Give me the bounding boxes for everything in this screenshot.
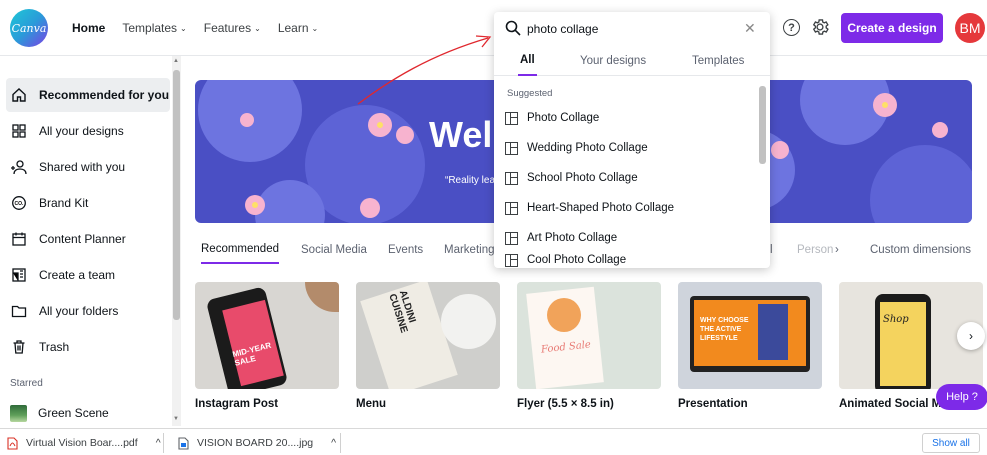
svg-text:CO.: CO. — [15, 201, 25, 207]
suggested-heading: Suggested — [507, 88, 553, 99]
sidebar-item-green-scene[interactable]: Green Scene — [6, 396, 170, 430]
downloads-bar: Virtual Vision Boar....pdf ^ VISION BOAR… — [0, 428, 987, 455]
carousel-next-button[interactable]: › — [957, 322, 985, 350]
sidebar-item-create-team[interactable]: Create a team — [6, 258, 170, 292]
search-input[interactable] — [527, 18, 737, 40]
trash-icon — [10, 338, 28, 356]
grid-icon — [10, 122, 28, 140]
download-item[interactable]: Virtual Vision Boar....pdf ^ — [7, 434, 161, 452]
search-tabs: All Your designs Templates — [494, 46, 770, 76]
sidebar-item-shared[interactable]: Shared with you — [6, 150, 170, 184]
close-icon[interactable]: ✕ — [744, 20, 756, 37]
search-suggestion[interactable]: Wedding Photo Collage — [505, 136, 648, 160]
tab-personal[interactable]: Person — [797, 236, 833, 264]
nav-templates[interactable]: Templates ⌄ — [122, 21, 186, 35]
main-nav: Home Templates ⌄ Features ⌄ Learn ⌄ — [72, 0, 318, 56]
search-tab-all[interactable]: All — [518, 46, 537, 76]
card-label: Menu — [356, 398, 387, 410]
chevron-down-icon: ⌄ — [311, 23, 319, 33]
search-suggestion[interactable]: Cool Photo Collage — [505, 254, 626, 268]
banner-subtitle: “Reality lea — [445, 175, 496, 186]
shared-people-icon — [10, 158, 28, 176]
search-tab-templates[interactable]: Templates — [692, 46, 744, 76]
tab-recommended[interactable]: Recommended — [201, 236, 279, 264]
scroll-down-icon[interactable]: ▼ — [173, 416, 179, 422]
nav-home[interactable]: Home — [72, 21, 105, 35]
scrollbar-thumb[interactable] — [173, 70, 180, 320]
gear-icon[interactable] — [810, 17, 830, 37]
nav-features[interactable]: Features ⌄ — [204, 21, 261, 35]
template-icon — [505, 201, 518, 215]
template-icon — [505, 231, 518, 245]
create-design-button[interactable]: Create a design — [841, 13, 943, 43]
sidebar-item-brand-kit[interactable]: CO. Brand Kit — [6, 186, 170, 220]
sidebar-scrollbar[interactable]: ▲ ▼ — [172, 56, 181, 426]
chevron-down-icon: ⌄ — [254, 23, 261, 33]
card-thumbnail: MID-YEAR SALE — [195, 282, 339, 389]
design-thumbnail — [10, 404, 27, 422]
sidebar-item-content-planner[interactable]: Content Planner — [6, 222, 170, 256]
template-icon — [505, 254, 518, 267]
scroll-up-icon[interactable]: ▲ — [173, 58, 179, 64]
sidebar-item-trash[interactable]: Trash — [6, 330, 170, 364]
tab-marketing[interactable]: Marketing — [444, 236, 495, 264]
search-suggestion[interactable]: Art Photo Collage — [505, 226, 617, 250]
search-suggestion[interactable]: Heart-Shaped Photo Collage — [505, 196, 674, 220]
brand-kit-icon: CO. — [10, 194, 28, 212]
tab-custom-dimensions[interactable]: Custom dimensions — [870, 236, 971, 264]
card-thumbnail: Food Sale — [517, 282, 661, 389]
download-item[interactable]: VISION BOARD 20....jpg ^ — [178, 434, 336, 452]
image-file-icon — [178, 436, 189, 450]
avatar[interactable]: BM — [955, 13, 985, 43]
chevron-up-icon[interactable]: ^ — [156, 437, 161, 449]
help-button[interactable]: Help ? — [936, 384, 987, 410]
chevron-down-icon: ⌄ — [180, 23, 187, 33]
sidebar-item-recommended[interactable]: Recommended for you — [6, 78, 170, 112]
card-label: Flyer (5.5 × 8.5 in) — [517, 398, 614, 410]
show-all-button[interactable]: Show all — [922, 433, 980, 453]
folder-icon — [10, 302, 28, 320]
sidebar-item-folders[interactable]: All your folders — [6, 294, 170, 328]
tab-social-media[interactable]: Social Media — [301, 236, 367, 264]
chevron-up-icon[interactable]: ^ — [331, 437, 336, 449]
card-thumbnail: ALDINI CUISINE — [356, 282, 500, 389]
banner-title: Wel — [429, 114, 493, 155]
card-thumbnail: WHY CHOOSE THE ACTIVE LIFESTYLE — [678, 282, 822, 389]
divider — [340, 433, 341, 453]
starred-heading: Starred — [10, 378, 43, 389]
suggestions-scrollbar[interactable] — [758, 76, 767, 266]
search-suggestion[interactable]: School Photo Collage — [505, 166, 638, 190]
search-tab-your-designs[interactable]: Your designs — [580, 46, 646, 76]
tabs-next-icon[interactable]: › — [835, 236, 839, 264]
team-icon — [10, 266, 28, 284]
home-icon — [10, 86, 28, 104]
sidebar-item-all-designs[interactable]: All your designs — [6, 114, 170, 148]
card-label: Presentation — [678, 398, 748, 410]
search-bar: ✕ — [494, 12, 770, 46]
search-suggestion[interactable]: Photo Collage — [505, 106, 599, 130]
template-icon — [505, 111, 518, 125]
nav-learn[interactable]: Learn ⌄ — [278, 21, 318, 35]
template-icon — [505, 141, 518, 155]
divider — [163, 433, 164, 453]
template-icon — [505, 171, 518, 185]
tab-partial[interactable]: l — [770, 236, 773, 264]
template-card[interactable]: ALDINI CUISINE Menu — [356, 282, 500, 410]
template-card[interactable]: Food Sale Flyer (5.5 × 8.5 in) — [517, 282, 661, 410]
help-icon[interactable]: ? — [783, 19, 800, 36]
template-card[interactable]: MID-YEAR SALE Instagram Post — [195, 282, 339, 410]
calendar-icon — [10, 230, 28, 248]
card-label: Instagram Post — [195, 398, 279, 410]
scrollbar-thumb[interactable] — [759, 86, 766, 164]
pdf-icon — [7, 436, 18, 450]
tab-events[interactable]: Events — [388, 236, 423, 264]
search-dropdown: ✕ All Your designs Templates Suggested P… — [494, 12, 770, 268]
sidebar: Recommended for you All your designs Sha… — [0, 56, 183, 426]
canva-logo[interactable]: Canva — [10, 9, 48, 47]
template-card[interactable]: WHY CHOOSE THE ACTIVE LIFESTYLE Presenta… — [678, 282, 822, 410]
search-icon — [505, 20, 521, 36]
